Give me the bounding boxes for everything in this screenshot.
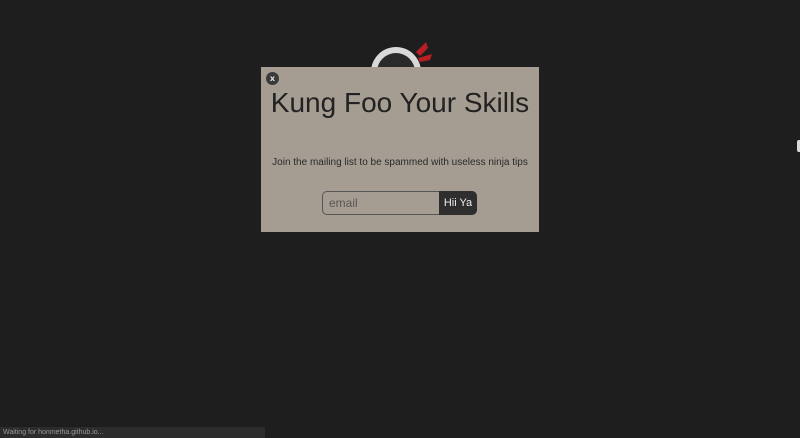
status-text: Waiting for honmetha.github.io... (3, 429, 104, 436)
page: x Kung Foo Your Skills Join the mailing … (0, 0, 800, 438)
close-button[interactable]: x (266, 72, 279, 85)
browser-status-bar: Waiting for honmetha.github.io... (0, 427, 265, 438)
submit-button[interactable]: Hii Ya (439, 191, 477, 215)
email-input[interactable] (322, 191, 439, 215)
modal-subtitle: Join the mailing list to be spammed with… (272, 157, 528, 168)
ninja-headband-tail-upper (416, 42, 428, 56)
modal-title: Kung Foo Your Skills (270, 87, 530, 118)
signup-modal: x Kung Foo Your Skills Join the mailing … (261, 67, 539, 232)
signup-form: Hii Ya (322, 191, 477, 215)
close-icon: x (269, 74, 276, 83)
